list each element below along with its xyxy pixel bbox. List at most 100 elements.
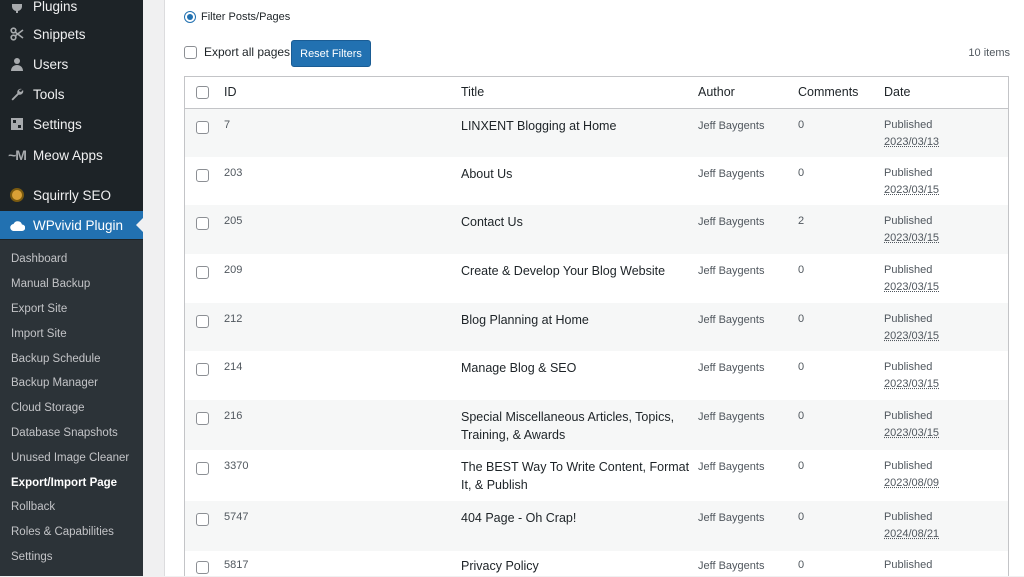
row-date: 2023/03/15 (884, 427, 940, 439)
row-comments: 0 (798, 264, 805, 276)
table-row: 5747 404 Page - Oh Crap! Jeff Baygents 0… (185, 501, 1008, 551)
row-checkbox[interactable] (196, 462, 209, 475)
submenu-item-cloud-storage[interactable]: Cloud Storage (11, 401, 85, 415)
row-comments: 2 (798, 215, 805, 227)
row-title[interactable]: Blog Planning at Home (461, 311, 691, 329)
row-status: Published (884, 460, 933, 472)
submenu-item-export-site[interactable]: Export Site (11, 302, 67, 316)
column-header-id[interactable]: ID (224, 85, 237, 99)
row-comments: 0 (798, 167, 805, 179)
row-checkbox[interactable] (196, 561, 209, 574)
row-author: Jeff Baygents (698, 512, 765, 524)
menu-label: Settings (33, 116, 82, 132)
row-title[interactable]: The BEST Way To Write Content, Format It… (461, 458, 691, 494)
row-id: 205 (224, 215, 243, 227)
submenu-item-dashboard[interactable]: Dashboard (11, 252, 67, 266)
submenu-item-backup-manager[interactable]: Backup Manager (11, 376, 98, 390)
menu-label: Plugins (33, 0, 78, 14)
reset-filters-button[interactable]: Reset Filters (291, 40, 371, 67)
table-row: 205 Contact Us Jeff Baygents 2 Published… (185, 205, 1008, 254)
row-title[interactable]: Special Miscellaneous Articles, Topics, … (461, 408, 691, 444)
select-all-checkbox[interactable] (196, 86, 209, 99)
menu-label: Tools (33, 86, 65, 102)
menu-label: WPvivid Plugin (33, 217, 124, 233)
menu-item-plugins[interactable]: Plugins (0, 0, 143, 20)
menu-label: Users (33, 56, 69, 72)
submenu-item-settings[interactable]: Settings (11, 550, 53, 564)
row-title[interactable]: 404 Page - Oh Crap! (461, 509, 691, 527)
menu-label: Snippets (33, 26, 86, 42)
submenu-item-database-snapshots[interactable]: Database Snapshots (11, 426, 118, 440)
row-id: 5747 (224, 511, 249, 523)
row-date: 2023/03/15 (884, 378, 940, 390)
submenu-item-backup-schedule[interactable]: Backup Schedule (11, 352, 101, 366)
plugin-icon (8, 0, 26, 15)
row-status: Published (884, 167, 933, 179)
submenu-item-unused-image-cleaner[interactable]: Unused Image Cleaner (11, 451, 129, 465)
row-status: Published (884, 410, 933, 422)
column-header-author[interactable]: Author (698, 85, 735, 99)
table-row: 203 About Us Jeff Baygents 0 Published 2… (185, 157, 1008, 205)
table-header: ID Title Author Comments Date (185, 77, 1008, 109)
wrench-icon (8, 85, 26, 103)
row-id: 203 (224, 167, 243, 179)
table-row: 7 LINXENT Blogging at Home Jeff Baygents… (185, 109, 1008, 157)
row-comments: 0 (798, 119, 805, 131)
column-header-title[interactable]: Title (461, 85, 484, 99)
submenu-item-export-import-page[interactable]: Export/Import Page (11, 476, 117, 490)
submenu-item-roles-capabilities[interactable]: Roles & Capabilities (11, 525, 114, 539)
menu-item-settings[interactable]: Settings (0, 110, 143, 138)
export-all-pages-option[interactable]: Export all pages (184, 45, 290, 59)
filter-radio-label: Filter Posts/Pages (201, 11, 291, 23)
wpvivid-submenu: Dashboard Manual Backup Export Site Impo… (0, 240, 143, 576)
row-id: 7 (224, 119, 231, 131)
row-id: 3370 (224, 460, 249, 472)
row-title[interactable]: Create & Develop Your Blog Website (461, 262, 691, 280)
menu-item-snippets[interactable]: Snippets (0, 20, 143, 48)
row-status: Published (884, 361, 933, 373)
row-title[interactable]: Contact Us (461, 213, 691, 231)
row-checkbox[interactable] (196, 121, 209, 134)
row-title[interactable]: Privacy Policy (461, 557, 691, 575)
row-title[interactable]: LINXENT Blogging at Home (461, 117, 691, 135)
row-id: 209 (224, 264, 243, 276)
row-status: Published (884, 313, 933, 325)
export-all-label: Export all pages (204, 45, 291, 59)
row-checkbox[interactable] (196, 363, 209, 376)
row-title[interactable]: About Us (461, 165, 691, 183)
submenu-item-manual-backup[interactable]: Manual Backup (11, 277, 90, 291)
menu-item-squirrly-seo[interactable]: Squirrly SEO (0, 181, 143, 209)
filter-radio[interactable] (184, 11, 196, 23)
table-row: 216 Special Miscellaneous Articles, Topi… (185, 400, 1008, 450)
table-row: 214 Manage Blog & SEO Jeff Baygents 0 Pu… (185, 351, 1008, 400)
cloud-icon (8, 216, 26, 234)
admin-sidebar: Plugins Snippets Users Tools Settings ~M… (0, 0, 143, 576)
submenu-item-rollback[interactable]: Rollback (11, 500, 55, 514)
menu-item-meow-apps[interactable]: ~M Meow Apps (0, 141, 143, 169)
submenu-item-import-site[interactable]: Import Site (11, 327, 67, 341)
filter-posts-pages-option[interactable]: Filter Posts/Pages (184, 11, 290, 23)
table-row: 3370 The BEST Way To Write Content, Form… (185, 450, 1008, 501)
row-title[interactable]: Manage Blog & SEO (461, 359, 691, 377)
row-id: 212 (224, 313, 243, 325)
row-checkbox[interactable] (196, 266, 209, 279)
menu-item-wpvivid-plugin[interactable]: WPvivid Plugin (0, 211, 143, 239)
row-author: Jeff Baygents (698, 120, 765, 132)
row-author: Jeff Baygents (698, 461, 765, 473)
column-header-comments[interactable]: Comments (798, 85, 858, 99)
meow-icon: ~M (8, 147, 27, 163)
menu-label: Meow Apps (33, 147, 103, 163)
menu-item-tools[interactable]: Tools (0, 80, 143, 108)
row-checkbox[interactable] (196, 412, 209, 425)
menu-item-users[interactable]: Users (0, 50, 143, 78)
scissors-icon (8, 25, 26, 43)
export-all-checkbox[interactable] (184, 45, 197, 59)
row-comments: 0 (798, 361, 805, 373)
row-checkbox[interactable] (196, 513, 209, 526)
row-checkbox[interactable] (196, 217, 209, 230)
row-checkbox[interactable] (196, 169, 209, 182)
column-header-date[interactable]: Date (884, 85, 910, 99)
squirrly-icon (8, 186, 26, 204)
row-id: 214 (224, 361, 243, 373)
row-checkbox[interactable] (196, 315, 209, 328)
